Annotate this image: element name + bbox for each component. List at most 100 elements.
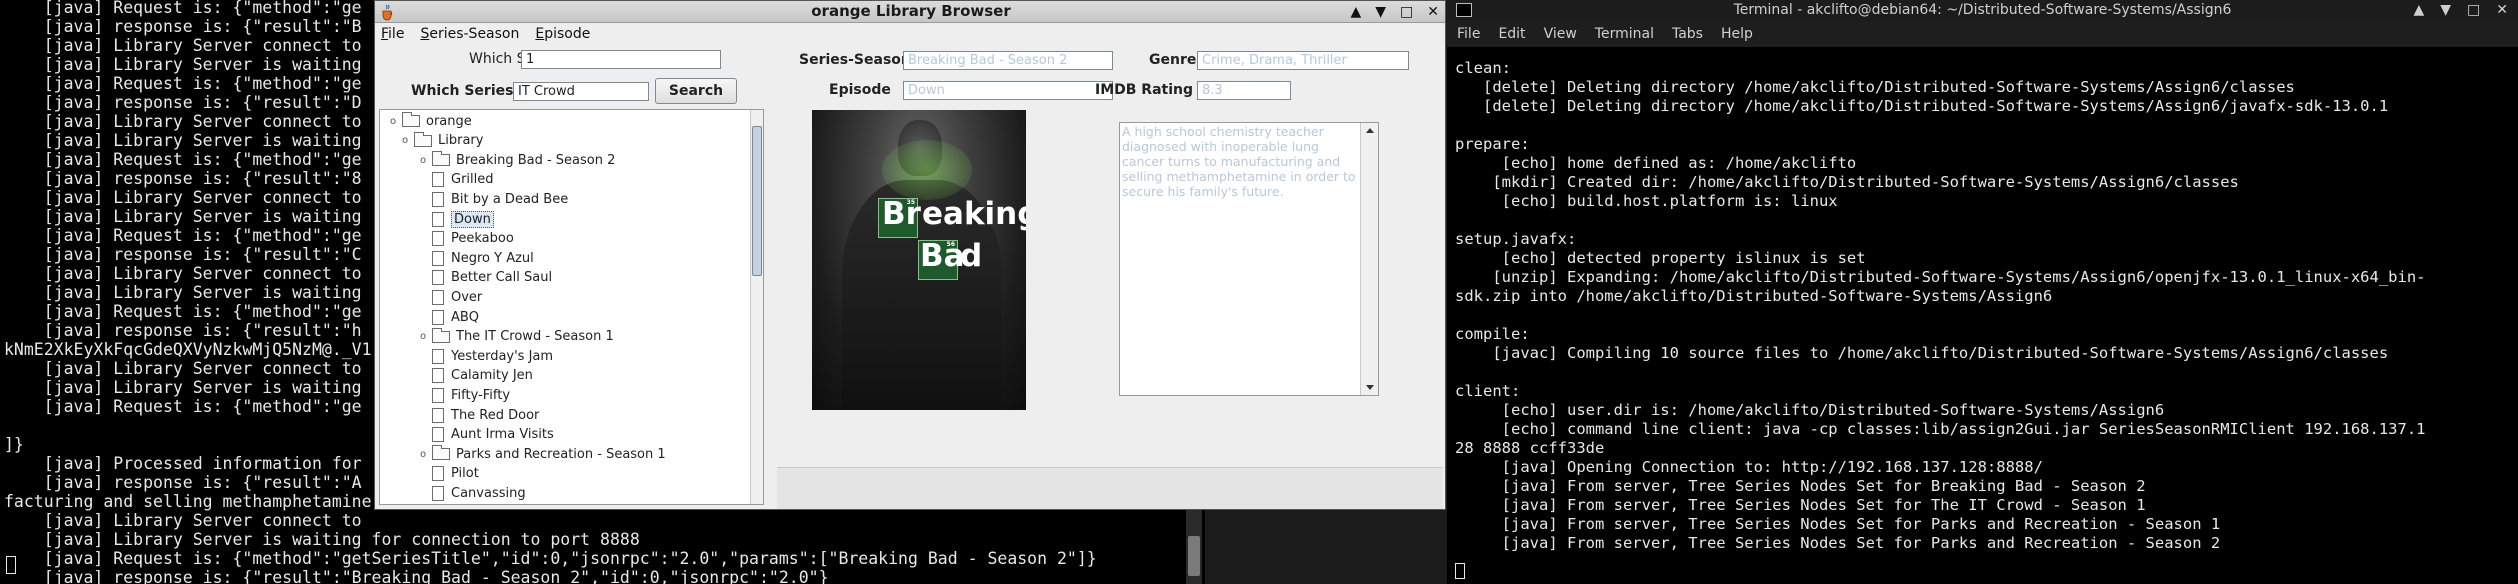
tree-node-label: The IT Crowd - Season 1 <box>456 329 614 345</box>
menu-help[interactable]: Help <box>1721 21 1753 47</box>
terminal-scrollbar-thumb[interactable] <box>1188 536 1200 576</box>
tree-episode-node[interactable]: Grilled <box>432 171 494 189</box>
tree-folder-node[interactable]: o Parks and Recreation - Season 1 <box>418 445 666 463</box>
imdb-rating-field[interactable]: 8.3 <box>1197 81 1291 100</box>
tree-folder-node[interactable]: o The IT Crowd - Season 1 <box>418 327 614 346</box>
series-poster-image: 35 Br eaking 56 Ba d <box>812 110 1026 410</box>
minimize-up-icon[interactable]: ▲ <box>2413 0 2424 21</box>
client-terminal-window[interactable]: Terminal - akclifto@debian64: ~/Distribu… <box>1447 0 2518 584</box>
tree-folder-node[interactable]: o Breaking Bad - Season 2 <box>418 151 615 169</box>
tree-episode-node[interactable]: Fifty-Fifty <box>432 386 510 404</box>
status-strip <box>777 467 1443 509</box>
expand-toggle-icon[interactable]: o <box>418 449 428 460</box>
document-icon <box>432 309 444 325</box>
tree-episode-node[interactable]: Negro Y Azul <box>432 249 534 267</box>
terminal-line: [java] From server, Tree Series Nodes Se… <box>1455 534 2221 552</box>
series-season-field[interactable]: Breaking Bad - Season 2 <box>903 51 1113 70</box>
window-title-bar[interactable]: orange Library Browser ▲ ▼ □ ✕ <box>375 1 1445 23</box>
search-button[interactable]: Search <box>655 78 737 104</box>
library-tree[interactable]: o orange o Library o Breaking Bad - Season 2 G… <box>379 109 764 505</box>
terminal-line: [java] Library Server connect to <box>4 511 362 530</box>
which-season-input[interactable]: 1 <box>521 50 721 69</box>
terminal-line: [java] response is: {"result":"Breaking … <box>4 568 829 584</box>
tree-episode-node[interactable]: Aunt Irma Visits <box>432 426 554 444</box>
tree-node-label: Negro Y Azul <box>451 250 534 266</box>
document-icon <box>432 466 444 482</box>
tree-episode-node[interactable]: Peekaboo <box>432 230 514 248</box>
terminal-line: [java] Opening Connection to: http://192… <box>1455 458 2043 476</box>
terminal-title-bar[interactable]: Terminal - akclifto@debian64: ~/Distribu… <box>1447 0 2518 21</box>
minimize-up-icon[interactable]: ▲ <box>1350 1 1361 23</box>
document-icon <box>432 191 444 207</box>
expand-toggle-icon[interactable]: o <box>418 155 428 166</box>
episode-label: Episode <box>829 82 891 98</box>
document-icon <box>432 485 444 501</box>
expand-toggle-icon[interactable]: o <box>400 135 410 146</box>
terminal-line: [java] Request is: {"method":"getSeriesT… <box>4 549 1097 568</box>
menu-view[interactable]: View <box>1544 21 1577 47</box>
terminal-line: sdk.zip into /home/akclifto/Distributed-… <box>1455 287 2053 305</box>
tree-episode-node[interactable]: Over <box>432 288 482 306</box>
tree-node-label: orange <box>426 113 472 129</box>
menu-series-season[interactable]: Series-Season <box>420 23 519 45</box>
close-icon[interactable]: ✕ <box>2496 0 2508 21</box>
terminal-menu-bar: File Edit View Terminal Tabs Help <box>1447 21 2518 47</box>
tree-folder-node[interactable]: o Library <box>400 131 483 150</box>
minimize-down-icon[interactable]: ▼ <box>1375 1 1386 23</box>
tree-scrollbar-thumb[interactable] <box>752 126 762 276</box>
poster-text-ba: Ba <box>920 238 965 274</box>
terminal-cursor <box>1455 563 1465 579</box>
which-series-input[interactable]: IT Crowd <box>513 82 649 101</box>
terminal-line: clean: <box>1455 59 1511 77</box>
terminal-line: prepare: <box>1455 135 1530 153</box>
tree-node-label: Parks and Recreation - Season 1 <box>456 446 666 462</box>
close-icon[interactable]: ✕ <box>1427 1 1439 23</box>
tree-episode-node[interactable]: Yesterday's Jam <box>432 347 553 365</box>
genre-field[interactable]: Crime, Drama, Thriller <box>1197 51 1409 70</box>
tree-episode-node[interactable]: Pilot <box>432 465 479 483</box>
genre-label: Genre <box>1149 52 1197 68</box>
tree-episode-node[interactable]: ABQ <box>432 308 479 326</box>
tree-episode-node[interactable]: Better Call Saul <box>432 269 552 287</box>
tree-node-label: Peekaboo <box>451 231 514 247</box>
expand-toggle-icon[interactable]: o <box>418 331 428 342</box>
terminal-line: [echo] detected property islinux is set <box>1455 249 1866 267</box>
maximize-icon[interactable]: □ <box>2467 0 2480 21</box>
terminal-line: [mkdir] Created dir: /home/akclifto/Dist… <box>1455 173 2239 191</box>
terminal-title: Terminal - akclifto@debian64: ~/Distribu… <box>1733 2 2232 18</box>
menu-terminal[interactable]: Terminal <box>1595 21 1654 47</box>
tree-folder-node[interactable]: o orange <box>388 112 472 130</box>
menu-bar: File Series-Season Episode <box>375 23 1445 45</box>
document-icon <box>432 172 444 188</box>
document-icon <box>432 387 444 403</box>
tree-episode-node[interactable]: The Red Door <box>432 406 539 424</box>
terminal-line: [echo] home defined as: /home/akclifto <box>1455 154 1857 172</box>
description-textarea[interactable]: A high school chemistry teacher diagnose… <box>1119 122 1379 396</box>
terminal-cursor <box>6 556 16 574</box>
menu-tabs[interactable]: Tabs <box>1672 21 1703 47</box>
terminal-line: client: <box>1455 382 1521 400</box>
description-text: A high school chemistry teacher diagnose… <box>1122 124 1356 199</box>
tree-episode-node[interactable]: Calamity Jen <box>432 367 533 385</box>
poster-text-eaking: eaking <box>922 196 1026 232</box>
menu-file[interactable]: File <box>381 23 404 45</box>
menu-file[interactable]: File <box>1457 21 1480 47</box>
tree-node-label: Grilled <box>451 172 494 188</box>
episode-field[interactable]: Down <box>903 81 1113 100</box>
menu-edit[interactable]: Edit <box>1498 21 1525 47</box>
tree-episode-node[interactable]: Canvassing <box>432 484 526 502</box>
tree-episode-node[interactable]: Bit by a Dead Bee <box>432 190 568 208</box>
tree-episode-node[interactable]: Down <box>432 210 494 228</box>
maximize-icon[interactable]: □ <box>1400 1 1413 23</box>
expand-toggle-icon[interactable]: o <box>388 116 398 127</box>
minimize-down-icon[interactable]: ▼ <box>2440 0 2451 21</box>
library-browser-window[interactable]: orange Library Browser ▲ ▼ □ ✕ File Seri… <box>374 0 1446 510</box>
terminal-line: [echo] user.dir is: /home/akclifto/Distr… <box>1455 401 2165 419</box>
poster-text-br: Br <box>882 196 921 232</box>
description-scrollbar[interactable] <box>1360 123 1378 395</box>
menu-episode[interactable]: Episode <box>535 23 590 45</box>
